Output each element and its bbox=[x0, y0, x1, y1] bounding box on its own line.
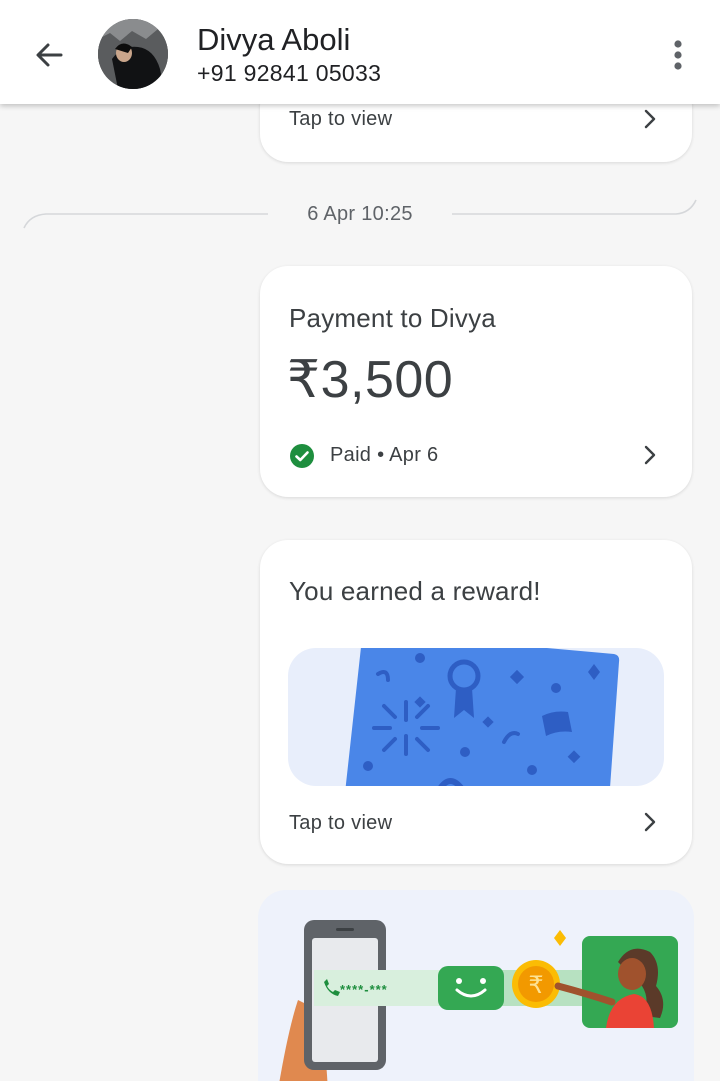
chevron-right-icon bbox=[639, 108, 661, 130]
payment-status: Paid • Apr 6 bbox=[330, 444, 439, 466]
payment-title: Payment to Divya bbox=[289, 303, 496, 333]
pay-by-phone-illustration: ****-*** ₹ bbox=[279, 920, 678, 1081]
avatar[interactable] bbox=[98, 19, 168, 89]
reward-card[interactable]: You earned a reward! Tap to view bbox=[260, 540, 692, 864]
back-button[interactable] bbox=[28, 34, 70, 76]
app-bar: Divya Aboli +91 92841 05033 bbox=[0, 0, 720, 104]
check-circle-icon bbox=[289, 443, 315, 469]
tap-to-view-link[interactable]: Tap to view bbox=[289, 812, 392, 835]
date-label: 6 Apr 10:25 bbox=[307, 203, 413, 225]
contact-phone: +91 92841 05033 bbox=[197, 60, 382, 86]
promo-banner[interactable]: ****-*** ₹ bbox=[258, 890, 694, 1081]
scratch-card-illustration bbox=[288, 632, 664, 786]
rupee-symbol: ₹ bbox=[528, 971, 543, 999]
arrow-left-icon bbox=[36, 43, 63, 67]
chevron-right-icon bbox=[639, 811, 661, 833]
date-separator: 6 Apr 10:25 bbox=[0, 196, 720, 232]
contact-name: Divya Aboli bbox=[197, 22, 351, 57]
separator-line-right bbox=[452, 199, 697, 215]
more-options-button[interactable] bbox=[656, 34, 700, 76]
separator-line-left bbox=[23, 213, 268, 229]
avatar-photo bbox=[98, 19, 168, 89]
masked-number: ****-*** bbox=[340, 982, 388, 997]
reward-title: You earned a reward! bbox=[289, 576, 541, 606]
payment-amount: ₹3,500 bbox=[287, 351, 454, 409]
payment-card[interactable]: Payment to Divya ₹3,500 Paid • Apr 6 bbox=[260, 266, 692, 497]
tap-to-view-link[interactable]: Tap to view bbox=[289, 108, 392, 131]
chevron-right-icon bbox=[639, 444, 661, 466]
more-vertical-icon bbox=[674, 40, 682, 70]
